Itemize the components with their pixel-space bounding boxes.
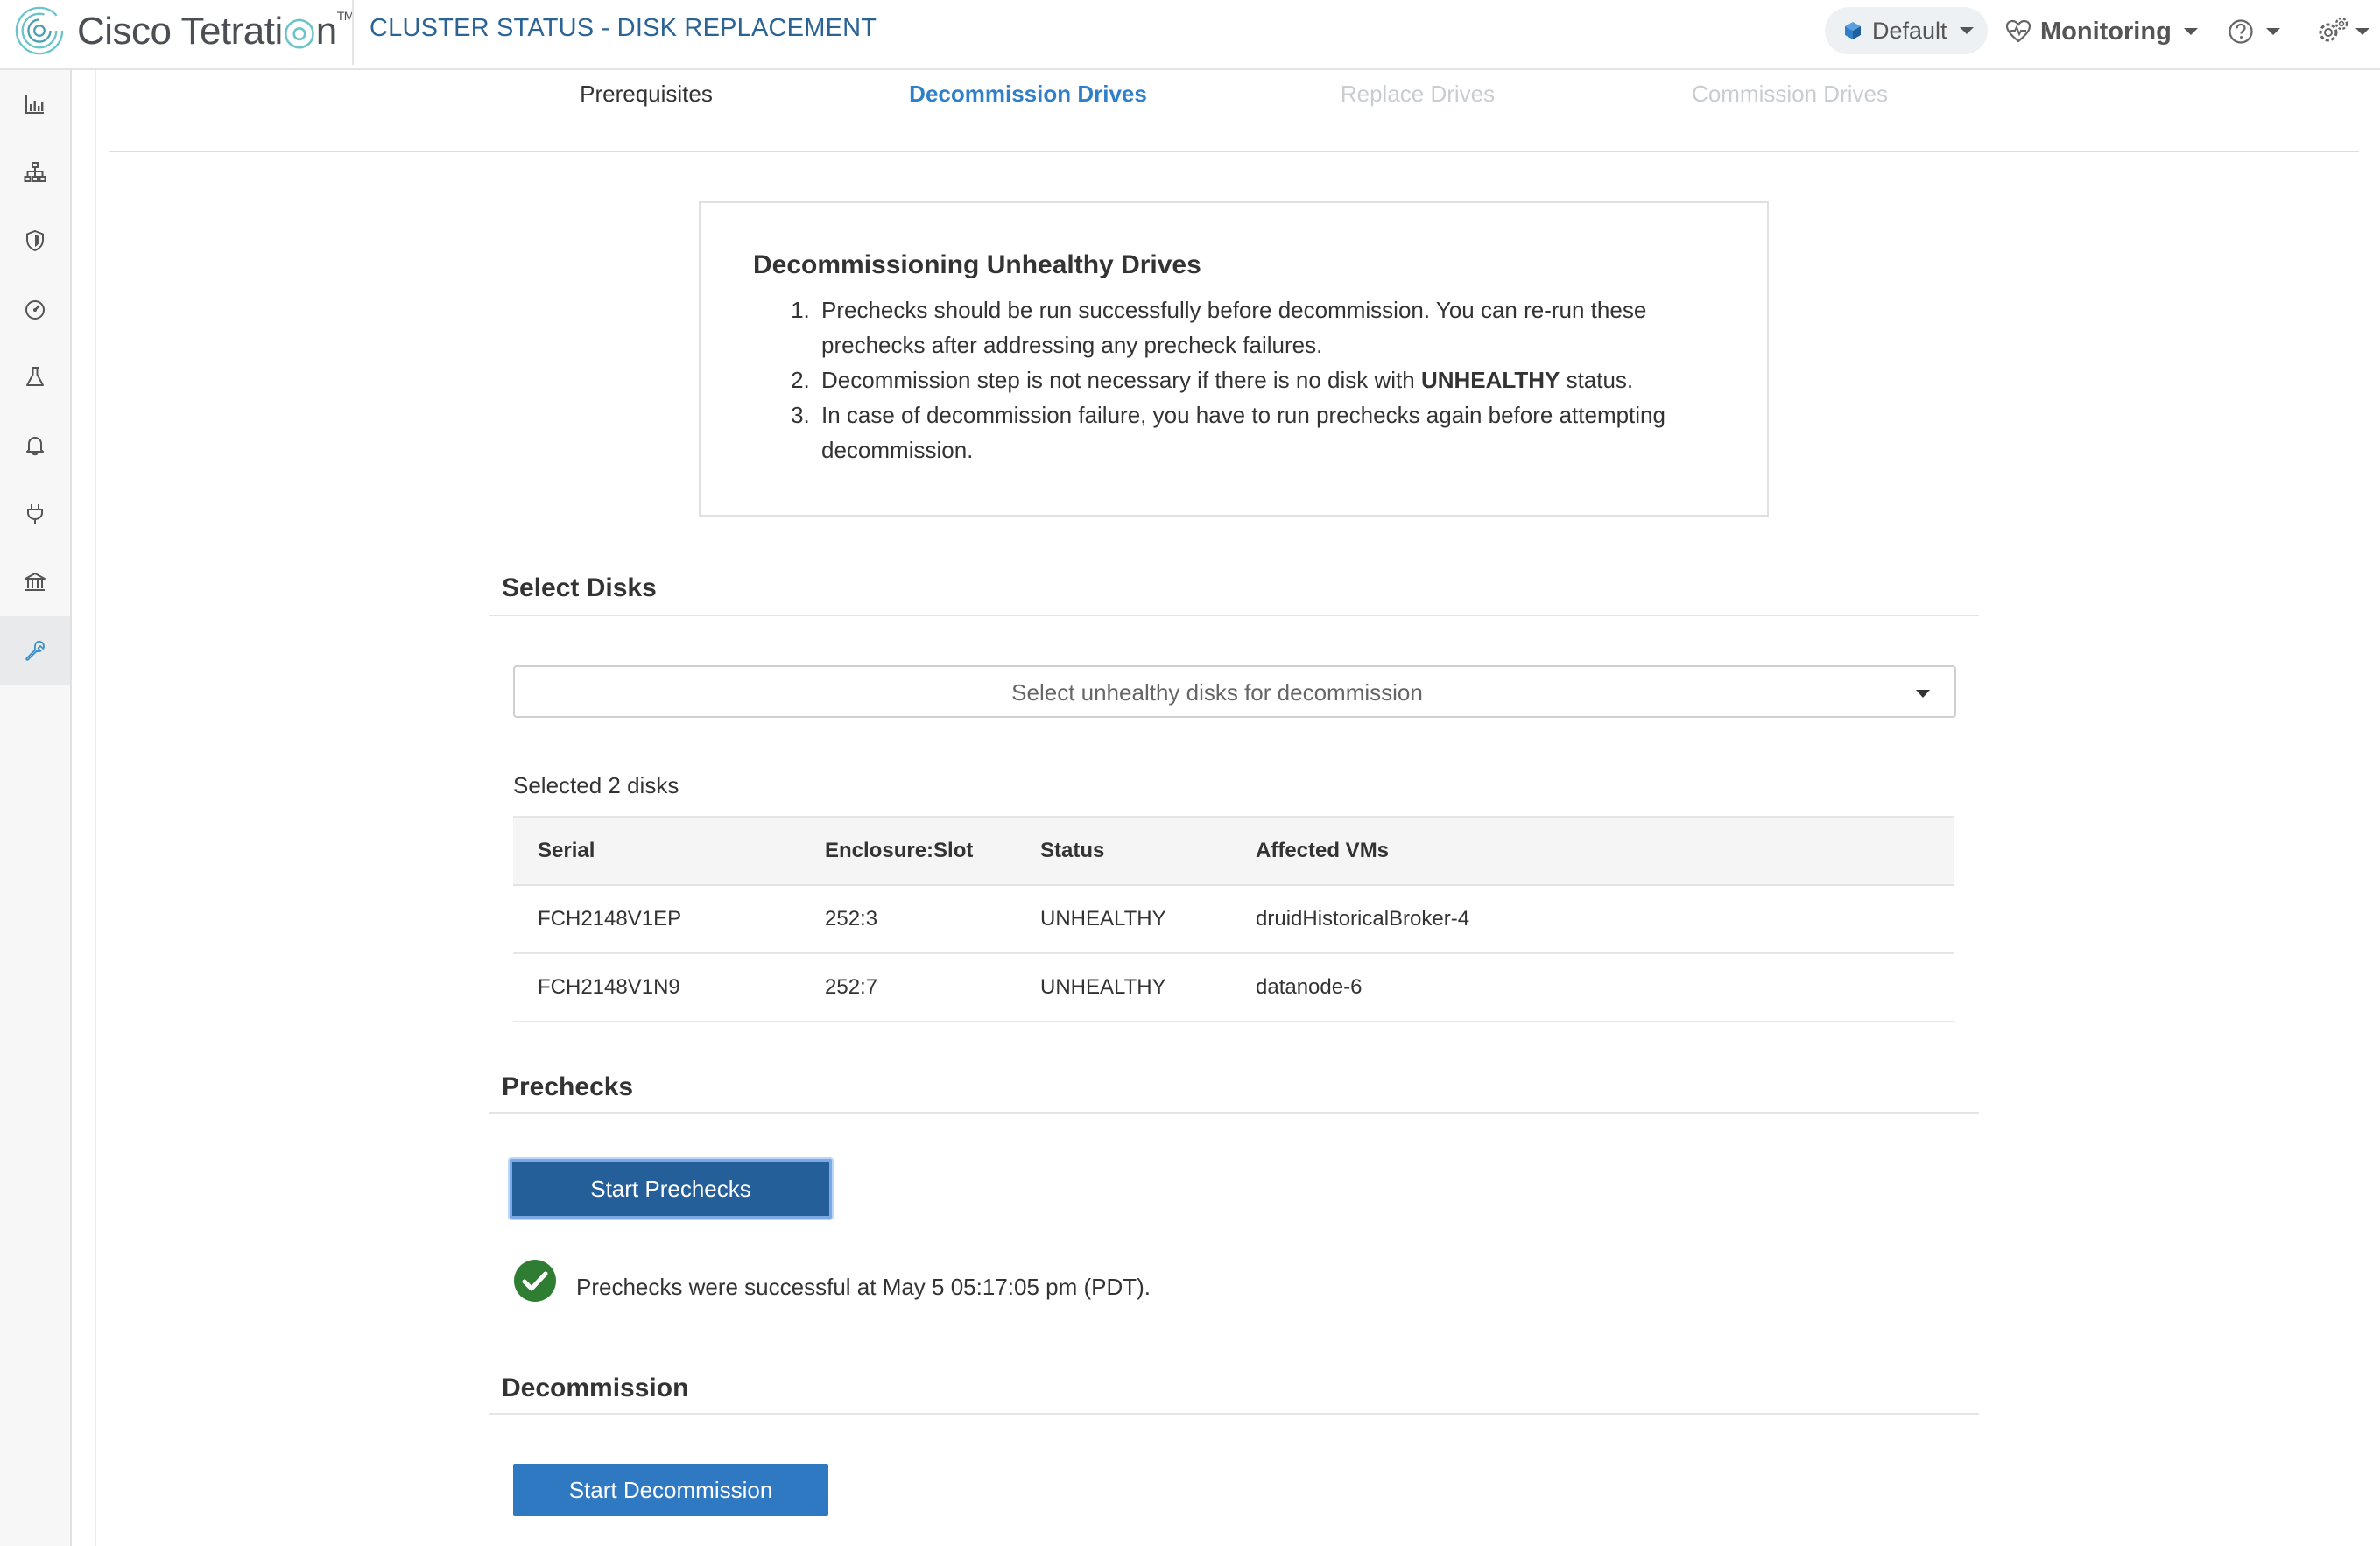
prechecks-heading: Prechecks xyxy=(502,1072,634,1101)
settings-menu[interactable] xyxy=(2315,12,2369,51)
flask-icon xyxy=(26,367,44,386)
sidebar-item-security[interactable] xyxy=(0,207,70,275)
step-commission-drives: Commission Drives xyxy=(1692,81,1888,107)
select-disks-heading: Select Disks xyxy=(502,573,657,602)
chevron-down-icon xyxy=(2183,28,2198,35)
start-prechecks-button[interactable]: Start Prechecks xyxy=(510,1159,832,1219)
instructions-list: Prechecks should be run successfully bef… xyxy=(816,292,1709,467)
sidebar-item-connectors[interactable] xyxy=(0,480,70,548)
sidebar-item-platform[interactable] xyxy=(0,548,70,616)
instruction-text: status. xyxy=(1560,367,1634,393)
column-header-status[interactable]: Status xyxy=(1016,816,1231,886)
success-check-icon xyxy=(514,1260,556,1302)
cisco-tetration-logo[interactable]: Cisco Tetrati◎nTM xyxy=(14,0,354,61)
instructions-title: Decommissioning Unhealthy Drives xyxy=(753,250,1201,279)
instruction-item: Decommission step is not necessary if th… xyxy=(816,362,1709,397)
instructions-panel: Decommissioning Unhealthy Drives Prechec… xyxy=(699,201,1769,517)
logo-trademark: TM xyxy=(336,8,355,23)
sidebar-item-topology[interactable] xyxy=(0,138,70,207)
sidebar-item-experiments[interactable] xyxy=(0,343,70,411)
cell-status: UNHEALTHY xyxy=(1016,885,1231,954)
cell-status: UNHEALTHY xyxy=(1016,953,1231,1022)
top-header: Cisco Tetrati◎nTM CLUSTER STATUS - DISK … xyxy=(0,0,2380,70)
cell-serial: FCH2148V1N9 xyxy=(513,953,800,1022)
wizard-steps: Prerequisites Decommission Drives Replac… xyxy=(109,70,2359,152)
chevron-down-icon xyxy=(1959,27,1974,34)
bell-icon xyxy=(26,437,44,456)
help-menu[interactable] xyxy=(2228,14,2280,49)
monitoring-menu[interactable]: Monitoring xyxy=(2005,12,2198,51)
cell-enclosure-slot: 252:3 xyxy=(800,885,1016,954)
selected-disks-count: Selected 2 disks xyxy=(513,772,679,798)
help-icon xyxy=(2229,19,2253,44)
bar-chart-icon xyxy=(25,95,44,114)
table-row: FCH2148V1N9 252:7 UNHEALTHY datanode-6 xyxy=(513,953,1954,1022)
tetration-logo-icon xyxy=(15,6,64,55)
monitoring-label: Monitoring xyxy=(2040,17,2172,46)
header-divider xyxy=(352,0,354,65)
section-divider xyxy=(489,615,1979,616)
table-row: FCH2148V1EP 252:3 UNHEALTHY druidHistori… xyxy=(513,885,1954,954)
cube-icon xyxy=(1845,22,1861,39)
content-left-border xyxy=(95,70,96,1546)
sidebar-item-alerts[interactable] xyxy=(0,411,70,480)
shield-icon xyxy=(26,229,44,252)
table-header-row: Serial Enclosure:Slot Status Affected VM… xyxy=(513,816,1954,886)
page-title: CLUSTER STATUS - DISK REPLACEMENT xyxy=(370,14,877,42)
cell-affected-vms: datanode-6 xyxy=(1231,953,1954,1022)
gear-icon xyxy=(2319,17,2348,42)
wrench-icon xyxy=(25,640,45,661)
caret-down-icon xyxy=(1916,690,1930,698)
section-divider xyxy=(489,1112,1979,1114)
column-header-enclosure-slot[interactable]: Enclosure:Slot xyxy=(800,816,1016,886)
bank-icon xyxy=(25,573,46,591)
cell-affected-vms: druidHistoricalBroker-4 xyxy=(1231,885,1954,954)
section-divider xyxy=(489,1413,1979,1415)
instruction-item: Prechecks should be run successfully bef… xyxy=(816,292,1709,362)
topology-icon xyxy=(24,162,46,182)
step-prerequisites[interactable]: Prerequisites xyxy=(580,81,713,108)
scope-selector[interactable]: Default xyxy=(1825,7,1988,54)
logo-text: Cisco Tetrati◎nTM xyxy=(77,8,355,53)
chevron-down-icon xyxy=(2266,28,2280,35)
column-header-affected-vms[interactable]: Affected VMs xyxy=(1231,816,1954,886)
sidebar-item-maintenance[interactable] xyxy=(0,616,70,685)
column-header-serial[interactable]: Serial xyxy=(513,816,800,886)
heartbeat-icon xyxy=(2005,19,2031,43)
decommission-heading: Decommission xyxy=(502,1374,689,1402)
status-keyword: UNHEALTHY xyxy=(1420,367,1560,393)
instruction-text: Decommission step is not necessary if th… xyxy=(821,367,1421,393)
dashboard-gauge-icon xyxy=(25,300,45,320)
start-decommission-button[interactable]: Start Decommission xyxy=(513,1464,828,1516)
scope-label: Default xyxy=(1872,17,1947,44)
instruction-item: In case of decommission failure, you hav… xyxy=(816,397,1709,467)
selected-disks-table: Serial Enclosure:Slot Status Affected VM… xyxy=(513,816,1954,1022)
precheck-result-message: Prechecks were successful at May 5 05:17… xyxy=(576,1274,1151,1300)
sidebar-item-performance[interactable] xyxy=(0,275,70,343)
cell-serial: FCH2148V1EP xyxy=(513,885,800,954)
disk-select-placeholder: Select unhealthy disks for decommission xyxy=(1011,679,1423,706)
sidebar-item-dashboard[interactable] xyxy=(0,70,70,138)
left-sidebar xyxy=(0,70,72,1546)
cell-enclosure-slot: 252:7 xyxy=(800,953,1016,1022)
step-decommission-drives[interactable]: Decommission Drives xyxy=(909,81,1147,108)
disk-select-dropdown[interactable]: Select unhealthy disks for decommission xyxy=(513,665,1956,718)
plug-icon xyxy=(27,504,43,524)
step-replace-drives: Replace Drives xyxy=(1340,81,1496,107)
chevron-down-icon xyxy=(2355,28,2369,35)
